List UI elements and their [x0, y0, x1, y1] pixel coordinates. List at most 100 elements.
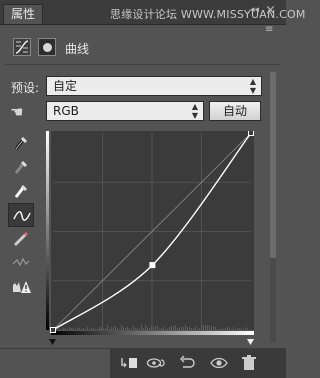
curve-point-icon[interactable]	[8, 203, 34, 227]
histogram-bar	[193, 328, 194, 330]
histogram-bar	[175, 325, 176, 330]
bottom-toolbar	[0, 348, 286, 378]
histogram-bar	[79, 328, 80, 330]
histogram-bar	[107, 325, 108, 330]
channel-select[interactable]: RGB ▲ ▼	[46, 101, 204, 121]
curve-control-point[interactable]	[50, 327, 56, 333]
histogram-bar	[91, 328, 92, 330]
histogram-bar	[151, 326, 152, 330]
white-point-slider-icon[interactable]	[247, 339, 254, 345]
histogram-bar	[95, 329, 96, 330]
histogram-bar	[81, 329, 82, 330]
gray-eyedropper-icon[interactable]	[8, 155, 34, 179]
histogram-bar	[115, 326, 116, 330]
reset-icon[interactable]	[178, 355, 196, 371]
histogram-bar	[105, 328, 106, 330]
scrollbar[interactable]	[270, 72, 276, 342]
histogram-bar	[219, 329, 220, 330]
histogram-bar	[131, 329, 132, 330]
targeted-adjustment-hand-icon[interactable]: ☚	[10, 103, 23, 121]
histogram-bar	[171, 326, 172, 330]
histogram-bar	[69, 327, 70, 330]
histogram-bar	[67, 329, 68, 330]
delete-icon[interactable]	[240, 355, 258, 371]
histogram-bar	[143, 328, 144, 330]
histogram-bar	[125, 328, 126, 330]
layer-mask-icon[interactable]	[38, 38, 56, 56]
histogram-bar	[123, 327, 124, 330]
black-eyedropper-icon[interactable]	[8, 131, 34, 155]
histogram-bar	[63, 328, 64, 330]
select-arrows-icon: ▲ ▼	[249, 77, 256, 95]
panel-titlebar: 属性 思缘设计论坛 WWW.MISSYUAN.COM ◂◂ ×	[0, 0, 305, 25]
clip-to-layer-icon[interactable]	[120, 355, 138, 371]
adjustment-header: 曲线	[0, 32, 286, 62]
histogram-bar	[247, 328, 248, 330]
histogram-bar	[71, 328, 72, 330]
curves-adjustment-icon[interactable]	[13, 38, 31, 56]
histogram-bar	[133, 326, 134, 330]
histogram-bar	[89, 329, 90, 330]
preset-select[interactable]: 自定 ▲ ▼	[46, 76, 262, 96]
curve-control-point[interactable]	[248, 130, 254, 136]
histogram-bar	[241, 328, 242, 330]
collapse-icon[interactable]: ◂◂	[250, 5, 259, 15]
histogram-bar	[189, 327, 190, 330]
curve-control-point[interactable]	[149, 262, 156, 269]
histogram-bar	[161, 328, 162, 330]
black-point-slider-icon[interactable]	[49, 339, 56, 345]
visibility-icon[interactable]	[210, 355, 228, 371]
channel-value: RGB	[53, 104, 79, 118]
histogram-bar	[173, 326, 174, 330]
pencil-icon[interactable]	[8, 227, 34, 251]
histogram-bar	[97, 329, 98, 330]
histogram-bar	[111, 327, 112, 330]
histogram-bar	[155, 326, 156, 330]
histogram-bar	[93, 328, 94, 330]
histogram-bar	[203, 325, 204, 330]
histogram-bar	[209, 325, 210, 330]
clipping-warning-icon[interactable]	[8, 275, 34, 299]
histogram-bar	[121, 325, 122, 330]
histogram-bar	[85, 329, 86, 330]
histogram-bar	[73, 328, 74, 330]
smooth-icon[interactable]	[8, 251, 34, 275]
preset-label: 预设:	[11, 81, 40, 95]
histogram-bar	[185, 325, 186, 330]
close-icon[interactable]: ×	[265, 3, 276, 18]
histogram-bar	[113, 327, 114, 330]
divider	[5, 64, 281, 65]
watermark-text: 思缘设计论坛 WWW.MISSYUAN.COM	[110, 8, 306, 21]
histogram-bar	[163, 327, 164, 330]
histogram-bar	[233, 327, 234, 330]
bottom-toolbar-buttons	[110, 349, 286, 378]
histogram-bar	[177, 328, 178, 330]
histogram-bar	[205, 325, 206, 330]
histogram-bar	[187, 327, 188, 330]
histogram-bar	[159, 329, 160, 330]
output-gradient-bar	[46, 131, 49, 330]
histogram-bar	[235, 329, 236, 330]
curve-graph[interactable]	[46, 130, 258, 348]
histogram-bar	[231, 329, 232, 330]
histogram-bar	[57, 328, 58, 330]
scrollbar-thumb[interactable]	[270, 72, 276, 258]
histogram-bar	[213, 326, 214, 330]
histogram-bar	[87, 327, 88, 330]
tab-properties[interactable]: 属性	[3, 4, 43, 24]
histogram-bar	[221, 328, 222, 330]
auto-button[interactable]: 自动	[209, 101, 261, 121]
histogram-bar	[237, 328, 238, 330]
histogram-bar	[145, 325, 146, 330]
histogram-bar	[227, 327, 228, 330]
histogram-bar	[165, 329, 166, 330]
histogram-bar	[179, 327, 180, 330]
histogram-bar	[211, 326, 212, 330]
histogram-bar	[207, 325, 208, 330]
histogram-bar	[135, 328, 136, 330]
histogram-bar	[61, 329, 62, 330]
histogram-bar	[65, 328, 66, 330]
adjustment-title: 曲线	[65, 42, 90, 56]
view-previous-icon[interactable]	[146, 355, 165, 371]
white-eyedropper-icon[interactable]	[8, 179, 34, 203]
